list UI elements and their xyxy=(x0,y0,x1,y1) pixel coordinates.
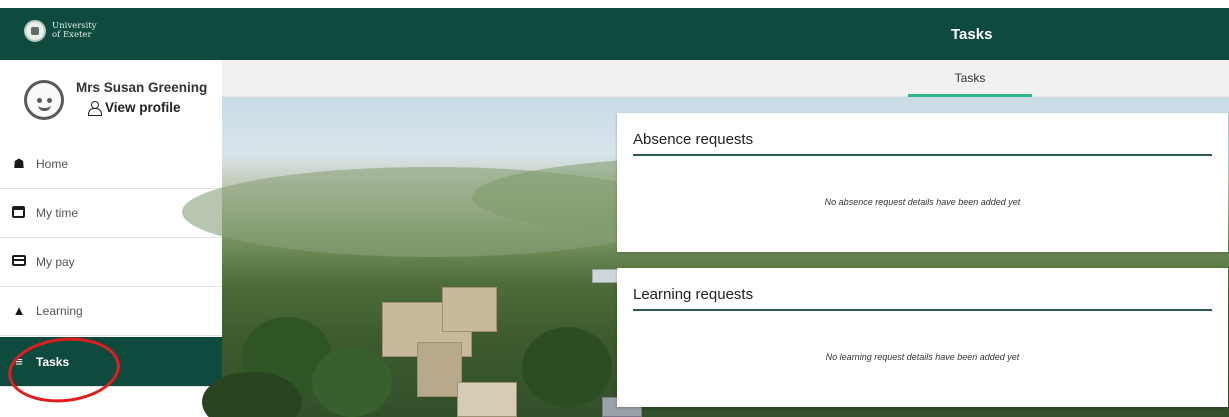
tab-tasks[interactable]: Tasks xyxy=(908,60,1032,97)
sidebar-item-my-pay[interactable]: My pay xyxy=(0,238,222,287)
sidebar-item-learning[interactable]: ▲ Learning xyxy=(0,287,222,336)
panel-title: Learning requests xyxy=(633,286,754,303)
tab-bar: Tasks xyxy=(222,60,1229,97)
learning-requests-panel: Learning requests No learning request de… xyxy=(617,268,1228,407)
view-profile-link[interactable]: View profile xyxy=(88,100,181,116)
view-profile-label: View profile xyxy=(105,100,181,115)
top-header-bar: University of Exeter Tasks xyxy=(0,8,1229,60)
panel-title: Absence requests xyxy=(633,131,754,148)
logo-text: University of Exeter xyxy=(52,22,97,40)
divider xyxy=(633,154,1212,156)
calendar-icon xyxy=(12,206,26,220)
university-logo[interactable]: University of Exeter xyxy=(24,20,97,42)
empty-state-message: No absence request details have been add… xyxy=(824,197,1021,207)
page-title: Tasks xyxy=(951,26,993,43)
avatar-icon xyxy=(24,80,64,120)
sidebar-item-label: My time xyxy=(36,206,78,220)
absence-requests-panel: Absence requests No absence request deta… xyxy=(617,113,1228,252)
divider xyxy=(633,309,1212,311)
graduation-cap-icon: ▲ xyxy=(12,303,26,318)
user-icon xyxy=(88,101,102,116)
sidebar-item-label: My pay xyxy=(36,255,75,269)
sidebar-item-home[interactable]: ☗ Home xyxy=(0,140,222,189)
app-window: University of Exeter Tasks Mrs Susan Gre… xyxy=(0,0,1229,417)
card-icon xyxy=(12,255,26,269)
logo-text-line-2: of Exeter xyxy=(52,30,92,40)
university-seal-icon xyxy=(24,20,46,42)
profile-name: Mrs Susan Greening xyxy=(76,80,208,95)
profile-section: Mrs Susan Greening View profile xyxy=(0,60,222,140)
sidebar-item-label: Home xyxy=(36,157,69,171)
empty-state-message: No learning request details have been ad… xyxy=(825,352,1020,362)
home-icon: ☗ xyxy=(13,156,25,171)
sidebar-item-label: Learning xyxy=(36,304,83,318)
